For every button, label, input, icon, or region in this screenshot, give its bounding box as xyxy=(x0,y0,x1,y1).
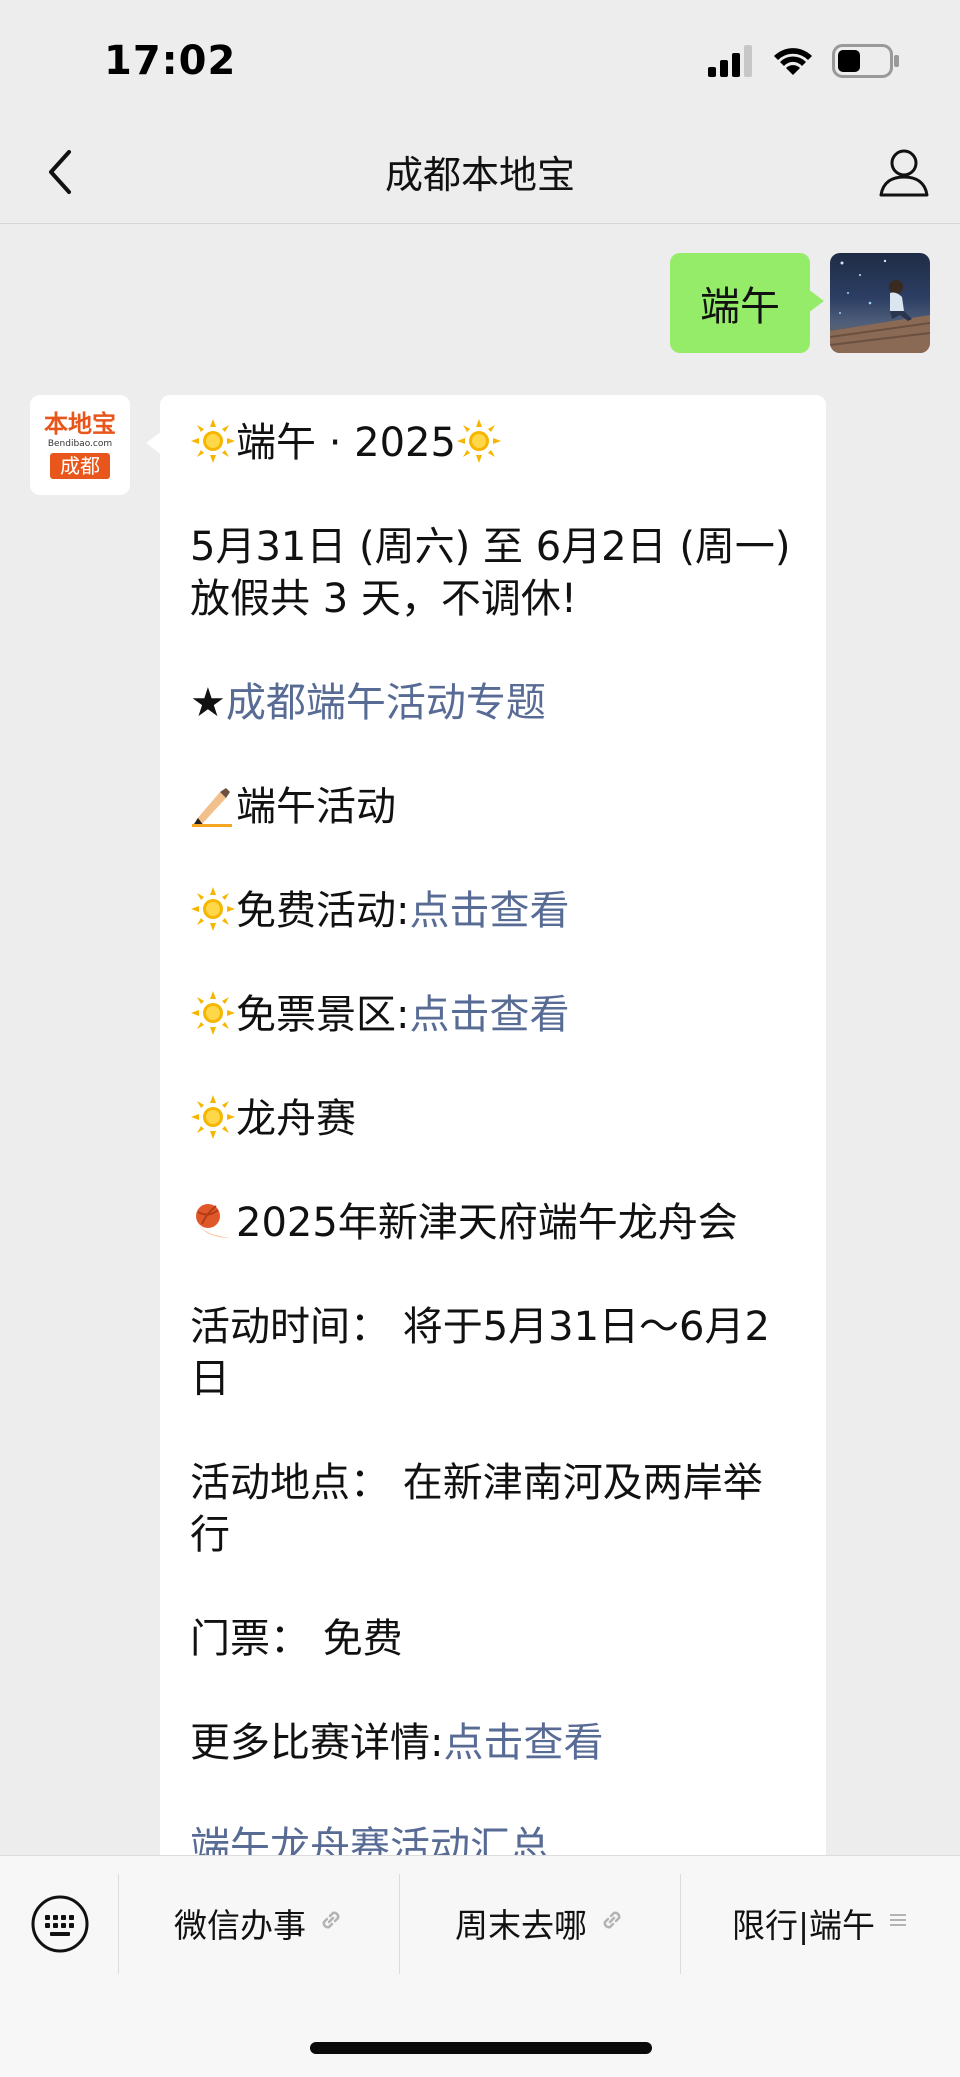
summary-link[interactable]: 端午龙舟赛活动汇总 xyxy=(190,1821,796,1855)
event-name-line: 2025年新津天府端午龙舟会 xyxy=(190,1197,796,1249)
more-details-link[interactable]: 点击查看 xyxy=(443,1720,603,1766)
sun-icon xyxy=(456,419,501,463)
user-icon xyxy=(879,149,929,197)
keyboard-icon xyxy=(31,1895,89,1953)
holiday-note: 放假共 3 天，不调休! xyxy=(190,576,577,622)
free-scenic-link[interactable]: 点击查看 xyxy=(409,992,569,1038)
event-place: 活动地点： 在新津南河及两岸举 xyxy=(190,1460,763,1506)
bottom-menu-bar: 微信办事 周末去哪 限行|端午 xyxy=(0,1855,960,2077)
cellular-signal-icon xyxy=(708,45,752,77)
free-activity-line: 免费活动:点击查看 xyxy=(190,885,796,937)
activities-heading: 端午活动 xyxy=(236,784,396,830)
more-details-line: 更多比赛详情:点击查看 xyxy=(190,1717,796,1769)
menu-item-label: 周末去哪 xyxy=(455,1906,587,1945)
more-details-label: 更多比赛详情: xyxy=(190,1720,444,1766)
menu-list-icon xyxy=(887,1909,909,1937)
holiday-dates: 5月31日 (周六) 至 6月2日 (周一) xyxy=(190,524,791,570)
status-bar: 17:02 xyxy=(0,0,960,120)
free-scenic-label: 免票景区: xyxy=(236,992,410,1038)
message-title-line: 端午 · 2025 xyxy=(190,417,796,469)
menu-item-restriction-festival[interactable]: 限行|端午 xyxy=(681,1878,960,1968)
status-time: 17:02 xyxy=(104,38,237,84)
link-icon xyxy=(318,1907,344,1939)
home-indicator[interactable] xyxy=(310,2042,652,2054)
menu-item-wechat-services[interactable]: 微信办事 xyxy=(119,1878,399,1968)
chat-area[interactable]: 端午 本地宝 Bendibao.com 成都 端午 · 2025 5月31日 (… xyxy=(0,225,960,1855)
sun-icon xyxy=(191,419,235,463)
avatar-site: Bendibao.com xyxy=(47,438,113,449)
incoming-message: 本地宝 Bendibao.com 成都 端午 · 2025 5月31日 (周六)… xyxy=(30,395,826,1855)
dragon-boat-line: 龙舟赛 xyxy=(190,1093,796,1145)
bot-avatar[interactable]: 本地宝 Bendibao.com 成都 xyxy=(30,395,130,495)
activities-heading-line: 端午活动 xyxy=(190,781,796,833)
link-icon xyxy=(599,1907,625,1939)
user-avatar[interactable] xyxy=(830,253,930,353)
event-name: 2025年新津天府端午龙舟会 xyxy=(236,1200,738,1246)
chat-header: 成都本地宝 xyxy=(0,120,960,224)
menu-item-weekend[interactable]: 周末去哪 xyxy=(400,1878,680,1968)
topic-line: ★成都端午活动专题 xyxy=(190,677,796,729)
free-activity-link[interactable]: 点击查看 xyxy=(409,888,569,934)
keyboard-toggle-button[interactable] xyxy=(30,1894,90,1954)
avatar-brand: 本地宝 xyxy=(44,409,116,438)
menu-item-label: 限行|端午 xyxy=(731,1906,876,1945)
event-time-cont: 日 xyxy=(190,1356,230,1402)
menu-item-label: 微信办事 xyxy=(174,1906,306,1945)
free-activity-label: 免费活动: xyxy=(236,888,410,934)
wechat-chat-screen: 17:02 成都本地宝 端午 本地宝 Bendibao.com 成都 端午 · … xyxy=(0,0,960,2077)
outgoing-message: 端午 xyxy=(670,253,930,353)
message-title: 端午 · 2025 xyxy=(236,420,456,466)
profile-button[interactable] xyxy=(872,140,936,204)
outgoing-bubble[interactable]: 端午 xyxy=(670,253,824,353)
event-place-cont: 行 xyxy=(190,1512,230,1558)
status-icons xyxy=(708,44,900,78)
event-time: 活动时间： 将于5月31日～6月2 xyxy=(190,1304,770,1350)
incoming-bubble[interactable]: 端午 · 2025 5月31日 (周六) 至 6月2日 (周一) 放假共 3 天… xyxy=(146,395,826,1855)
free-scenic-line: 免票景区:点击查看 xyxy=(190,989,796,1041)
topic-link[interactable]: 成都端午活动专题 xyxy=(226,680,546,726)
avatar-city: 成都 xyxy=(50,452,110,479)
sun-icon xyxy=(191,991,235,1035)
sun-icon xyxy=(191,1095,235,1139)
sun-icon xyxy=(191,887,235,931)
wifi-icon xyxy=(774,48,812,75)
dragon-boat-heading: 龙舟赛 xyxy=(236,1096,356,1142)
fireball-icon xyxy=(196,1204,230,1238)
chat-title: 成都本地宝 xyxy=(384,153,575,197)
star-icon: ★ xyxy=(190,680,226,726)
event-ticket: 门票： 免费 xyxy=(190,1616,403,1662)
battery-icon xyxy=(832,44,899,78)
writing-hand-icon xyxy=(192,788,232,827)
avatar-illustration xyxy=(830,259,930,353)
